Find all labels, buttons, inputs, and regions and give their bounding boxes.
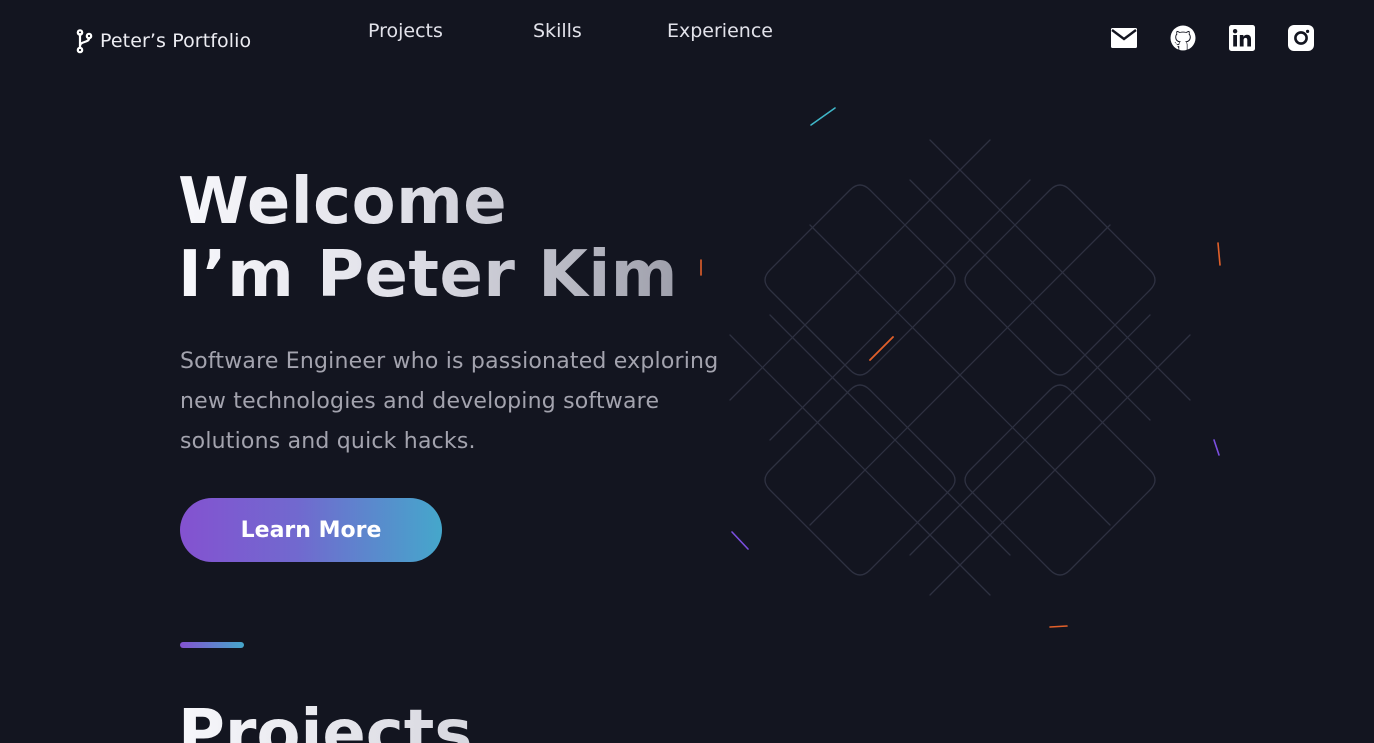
email-link[interactable] xyxy=(1111,25,1137,51)
section-divider xyxy=(180,642,244,648)
instagram-link[interactable] xyxy=(1288,25,1314,51)
spark-orange xyxy=(869,336,894,361)
nav-link-experience[interactable]: Experience xyxy=(667,20,773,42)
site-logo[interactable]: Peter’s Portfolio xyxy=(74,28,251,54)
hero-title-line-2: I’m Peter Kim xyxy=(178,238,678,312)
github-link[interactable] xyxy=(1170,25,1196,51)
hero-title: Welcome I’m Peter Kim xyxy=(178,166,678,312)
hero-subtitle: Software Engineer who is passionated exp… xyxy=(180,349,719,454)
linkedin-link[interactable] xyxy=(1229,25,1255,51)
site-logo-text: Peter’s Portfolio xyxy=(100,30,252,52)
git-branch-icon xyxy=(76,29,93,54)
spark-orange xyxy=(1049,625,1068,628)
spark-orange xyxy=(1217,242,1221,266)
instagram-icon xyxy=(1288,25,1314,51)
mail-icon xyxy=(1111,28,1137,48)
social-links xyxy=(1111,25,1314,51)
portfolio-page: Peter’s Portfolio Projects Skills Experi… xyxy=(0,0,1374,743)
nav-link-skills[interactable]: Skills xyxy=(533,20,582,42)
linkedin-icon xyxy=(1229,25,1255,51)
nav-link-projects[interactable]: Projects xyxy=(368,20,443,42)
lattice-lines xyxy=(729,139,1191,596)
projects-section-heading: Projects xyxy=(178,698,472,743)
spark-teal xyxy=(810,107,836,126)
spark-violet xyxy=(1213,439,1220,456)
decorative-lattice-graphic xyxy=(700,107,1221,628)
github-icon xyxy=(1170,25,1196,51)
learn-more-button[interactable]: Learn More xyxy=(180,498,442,562)
spark-violet xyxy=(731,531,749,550)
hero-title-line-1: Welcome xyxy=(178,165,508,239)
